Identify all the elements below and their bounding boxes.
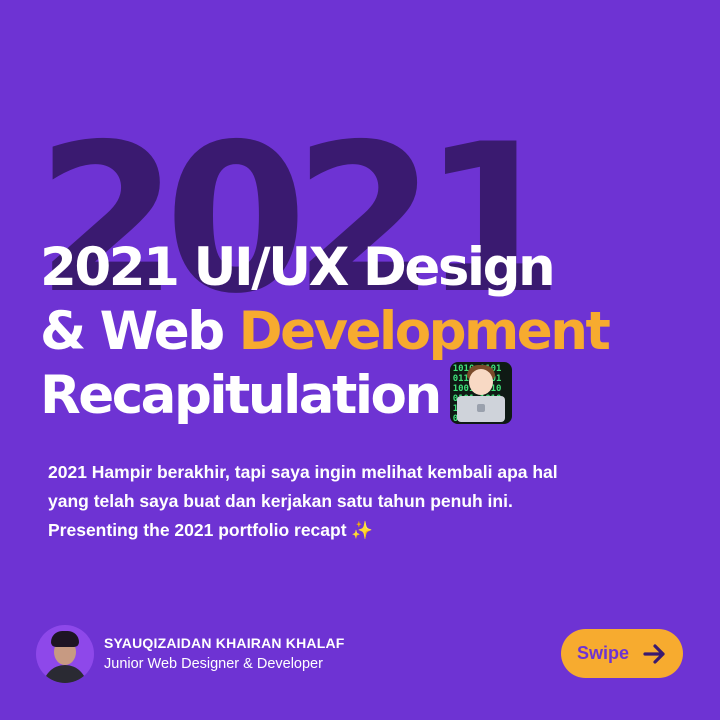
headline-line-1: 2021 UI/UX Design	[40, 237, 556, 298]
technologist-icon: 1010 0101 0110 1001 1001 0110 0101 1010 …	[449, 362, 512, 425]
intro-line-3: Presenting the 2021 portfolio recapt ✨	[48, 516, 688, 545]
swipe-button[interactable]: Swipe	[561, 629, 683, 678]
arrow-right-icon	[643, 643, 665, 664]
author-role: Junior Web Designer & Developer	[104, 656, 323, 672]
swipe-label: Swipe	[576, 643, 629, 663]
author-name: SYAUQIZAIDAN KHAIRAN KHALAF	[104, 635, 345, 651]
headline-accent-word: Development	[238, 301, 611, 362]
author-text: SYAUQIZAIDAN KHAIRAN KHALAF Junior Web D…	[104, 634, 345, 674]
avatar	[36, 625, 94, 683]
headline-line-2-prefix: & Web	[40, 301, 239, 362]
author-block: SYAUQIZAIDAN KHAIRAN KHALAF Junior Web D…	[36, 625, 345, 683]
headline: 2021 UI/UX Design & Web Development Reca…	[40, 236, 611, 428]
intro-line-1: 2021 Hampir berakhir, tapi saya ingin me…	[48, 462, 558, 482]
headline-line-2: & Web Development	[40, 300, 611, 364]
headline-line-3: Recapitulation1010 0101 0110 1001 1001 0…	[40, 362, 608, 428]
intro-line-2: yang telah saya buat dan kerjakan satu t…	[48, 491, 513, 511]
intro-paragraph: 2021 Hampir berakhir, tapi saya ingin me…	[48, 458, 688, 545]
headline-line-3-text: Recapitulation	[40, 365, 442, 426]
intro-line-3-text: Presenting the 2021 portfolio recapt	[48, 520, 347, 540]
sparkles-icon: ✨	[351, 520, 374, 540]
